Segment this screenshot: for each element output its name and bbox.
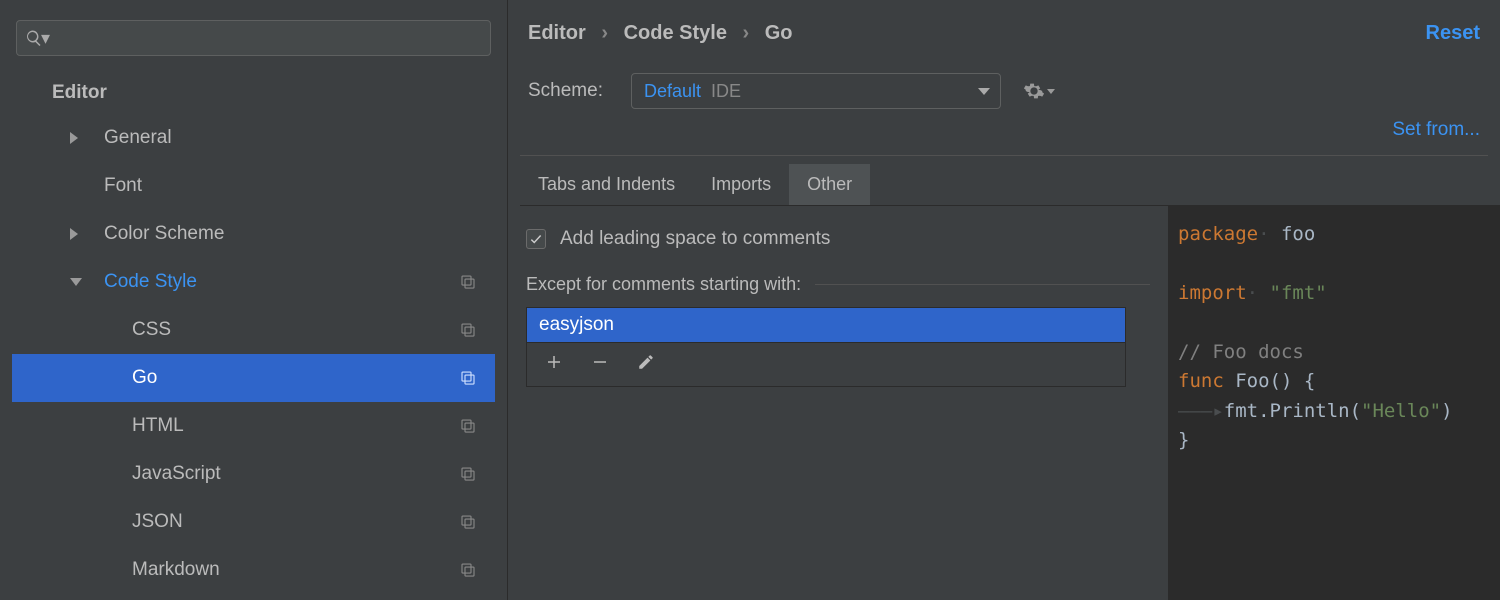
tree-item-label: Font	[104, 175, 142, 197]
copy-icon	[459, 369, 477, 387]
divider	[815, 284, 1150, 285]
tree-item-label: JSON	[132, 511, 183, 533]
scheme-gear-button[interactable]	[1023, 80, 1055, 102]
copy-icon	[459, 417, 477, 435]
code-token: ———▸	[1178, 400, 1224, 422]
tree-item-label: Markdown	[132, 559, 220, 581]
breadcrumb: Editor › Code Style › Go	[528, 22, 1426, 45]
tab-imports[interactable]: Imports	[693, 164, 789, 205]
code-token: Foo() {	[1224, 370, 1316, 392]
tab-bar: Tabs and Indents Imports Other	[520, 164, 1500, 206]
main-panel: Editor › Code Style › Go Reset Scheme: D…	[508, 0, 1500, 600]
breadcrumb-code-style[interactable]: Code Style	[624, 22, 727, 44]
tab-tabs-and-indents[interactable]: Tabs and Indents	[520, 164, 693, 205]
breadcrumb-sep: ›	[601, 22, 608, 44]
copy-icon	[459, 321, 477, 339]
code-token: func	[1178, 370, 1224, 392]
code-token: "fmt"	[1258, 282, 1327, 304]
settings-sidebar: ▾ Editor General Font Color Scheme Code …	[0, 0, 508, 600]
list-toolbar	[527, 342, 1125, 386]
leading-space-label: Add leading space to comments	[560, 228, 830, 250]
remove-button[interactable]	[591, 353, 609, 376]
tree-item-label: Color Scheme	[104, 223, 224, 245]
tree-item-label: JavaScript	[132, 463, 221, 485]
arrow-right-icon	[70, 228, 78, 240]
tree-root-editor[interactable]: Editor	[12, 72, 495, 114]
chevron-down-icon: ▾	[41, 28, 50, 49]
tree-item-label: General	[104, 127, 172, 149]
arrow-right-icon	[70, 132, 78, 144]
divider	[520, 155, 1488, 156]
gear-icon	[1023, 80, 1045, 102]
breadcrumb-editor[interactable]: Editor	[528, 22, 586, 44]
except-label: Except for comments starting with:	[526, 274, 801, 295]
minus-icon	[591, 353, 609, 371]
scheme-label: Scheme:	[528, 80, 603, 102]
tree-item-json[interactable]: JSON	[12, 498, 495, 546]
leading-space-checkbox[interactable]	[526, 229, 546, 249]
settings-pane: Add leading space to comments Except for…	[508, 206, 1168, 600]
tree-item-javascript[interactable]: JavaScript	[12, 450, 495, 498]
scheme-kind: IDE	[711, 81, 741, 102]
set-from-link[interactable]: Set from...	[1392, 119, 1480, 140]
tree-item-markdown[interactable]: Markdown	[12, 546, 495, 594]
check-icon	[529, 232, 543, 246]
code-token: package	[1178, 223, 1258, 245]
tree-item-font[interactable]: Font	[12, 162, 495, 210]
reset-link[interactable]: Reset	[1426, 22, 1480, 45]
code-token: // Foo docs	[1178, 341, 1304, 363]
code-token: foo	[1270, 223, 1316, 245]
search-input[interactable]: ▾	[16, 20, 491, 56]
breadcrumb-sep: ›	[743, 22, 750, 44]
scheme-dropdown[interactable]: Default IDE	[631, 73, 1001, 109]
tree-item-general[interactable]: General	[12, 114, 495, 162]
tree-item-code-style[interactable]: Code Style	[12, 258, 495, 306]
tree-item-go[interactable]: Go	[12, 354, 495, 402]
tree-item-color-scheme[interactable]: Color Scheme	[12, 210, 495, 258]
exceptions-list: easyjson	[526, 307, 1126, 387]
edit-button[interactable]	[637, 353, 655, 376]
copy-icon	[459, 513, 477, 531]
arrow-down-icon	[70, 278, 82, 286]
code-token: }	[1178, 429, 1189, 451]
code-token: import	[1178, 282, 1247, 304]
copy-icon	[459, 561, 477, 579]
add-button[interactable]	[545, 353, 563, 376]
tree-item-label: Go	[132, 367, 157, 389]
tree-item-label: CSS	[132, 319, 171, 341]
breadcrumb-go: Go	[765, 22, 793, 44]
code-preview: package· foo import· "fmt" // Foo docs f…	[1168, 206, 1500, 600]
plus-icon	[545, 353, 563, 371]
code-token: "Hello"	[1361, 400, 1441, 422]
code-token: )	[1441, 400, 1452, 422]
exception-entry[interactable]: easyjson	[527, 308, 1125, 342]
chevron-down-icon	[978, 88, 990, 95]
tree-item-label: HTML	[132, 415, 184, 437]
tree-item-label: Code Style	[104, 271, 197, 293]
code-token: fmt.Println(	[1224, 400, 1361, 422]
tab-other[interactable]: Other	[789, 164, 870, 205]
copy-icon	[459, 465, 477, 483]
tree-item-css[interactable]: CSS	[12, 306, 495, 354]
copy-icon	[459, 273, 477, 291]
chevron-down-icon	[1047, 89, 1055, 94]
tree-item-html[interactable]: HTML	[12, 402, 495, 450]
pencil-icon	[637, 353, 655, 371]
scheme-name: Default	[644, 81, 701, 102]
